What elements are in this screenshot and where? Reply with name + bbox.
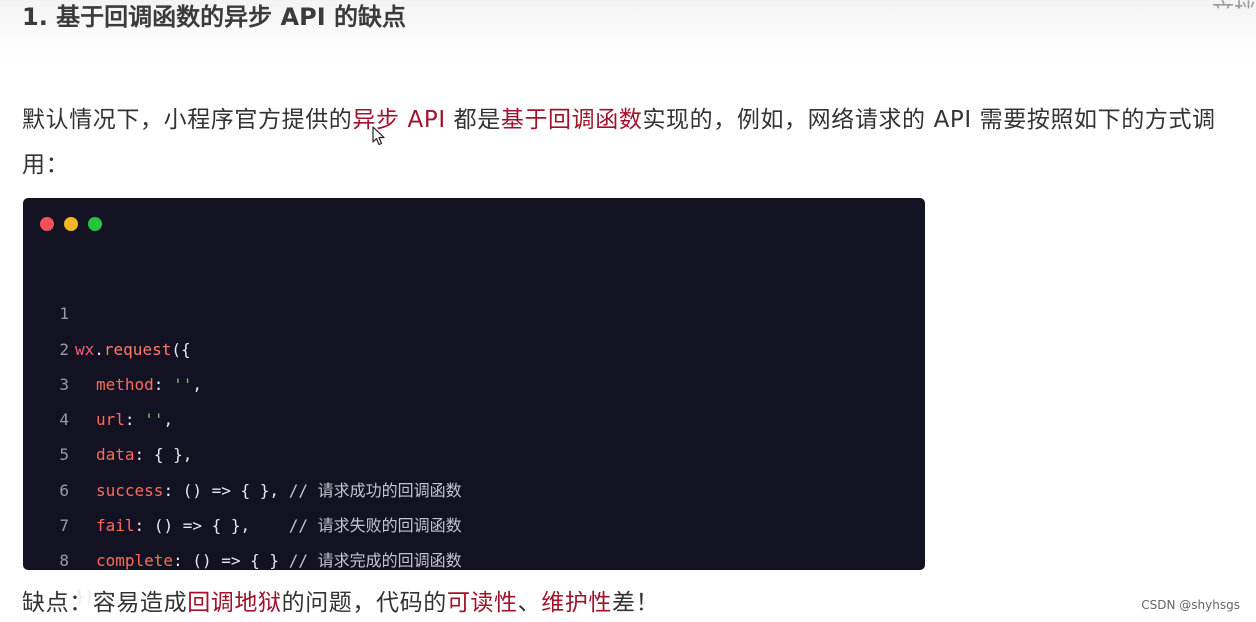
- highlight-callback-based: 基于回调函数: [500, 107, 643, 133]
- slide-page: 1. 基于回调函数的异步 API 的缺点 文档 默认情况下，小程序官方提供的异步…: [0, 0, 1256, 622]
- code-token: :: [173, 551, 183, 571]
- code-line: 3 url: '',: [23, 332, 925, 429]
- maximize-dot-icon: [88, 217, 102, 231]
- highlight-maintainability: 维护性: [541, 590, 613, 616]
- drawback-text: 缺点：容易造成: [22, 590, 188, 616]
- csdn-watermark: CSDN @shyhsgs: [1141, 598, 1240, 612]
- code-line: 4 data: { },: [23, 367, 925, 464]
- highlight-readability: 可读性: [446, 590, 518, 616]
- code-line: 8 }): [23, 508, 925, 605]
- intro-paragraph: 默认情况下，小程序官方提供的异步 API 都是基于回调函数实现的，例如，网络请求…: [22, 98, 1237, 188]
- code-line: 2 method: '',: [23, 296, 925, 394]
- minimize-dot-icon: [64, 217, 78, 231]
- code-token: complete: [96, 551, 174, 571]
- code-line: 5 success: () => { }, // 请求成功的回调函数: [23, 402, 925, 499]
- code-window: 1 wx.request({ 2 method: '', 3 url: '', …: [23, 198, 925, 606]
- section-heading: 1. 基于回调函数的异步 API 的缺点: [22, 3, 406, 31]
- code-comment: //: [288, 551, 308, 571]
- code-line: 6 fail: () => { }, // 请求失败的回调函数: [23, 437, 925, 535]
- code-token: () => { }: [192, 551, 280, 571]
- line-number: 8: [59, 551, 69, 571]
- close-dot-icon: [40, 217, 54, 231]
- intro-text: 都是: [445, 107, 501, 133]
- highlight-callback-hell: 回调地狱: [187, 590, 282, 616]
- highlight-async-api: 异步 API: [352, 107, 446, 133]
- code-block: 1 wx.request({ 2 method: '', 3 url: '', …: [23, 261, 925, 605]
- drawback-text: 、: [517, 590, 542, 616]
- drawback-text: 差！: [612, 590, 660, 616]
- code-comment: 请求完成的回调函数: [317, 551, 462, 571]
- intro-text: 默认情况下，小程序官方提供的: [22, 107, 353, 133]
- code-line: 7 complete: () => { } // 请求完成的回调函数: [23, 473, 925, 570]
- code-line: 1 wx.request({: [23, 261, 925, 358]
- drawback-sentence: 缺点：容易造成回调地狱的问题，代码的可读性、维护性差！: [22, 584, 659, 622]
- code-content: complete: () => { } // 请求完成的回调函数: [75, 543, 462, 578]
- drawback-text: 的问题，代码的: [281, 590, 447, 616]
- mouse-cursor-icon: [372, 126, 385, 146]
